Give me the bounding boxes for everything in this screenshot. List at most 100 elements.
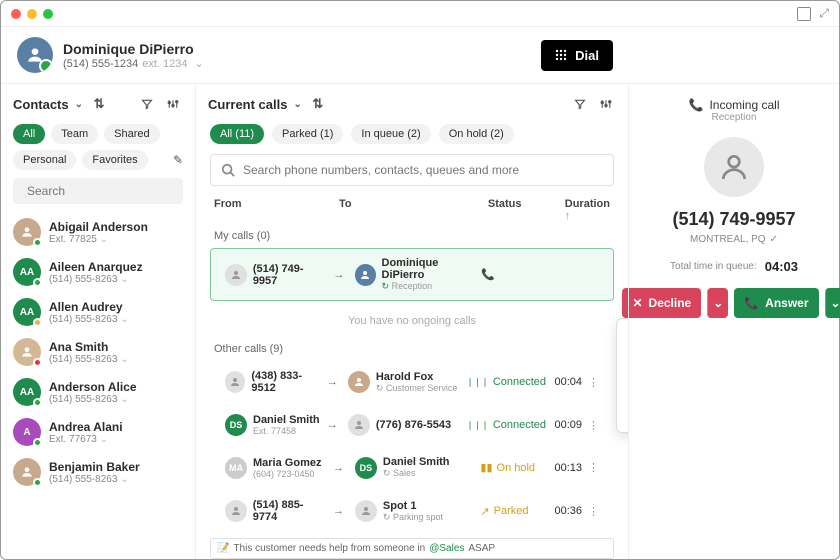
filter-icon[interactable] (570, 94, 590, 114)
anon-avatar-icon (225, 371, 245, 393)
contact-avatar (13, 218, 41, 246)
profile-name: Dominique DiPierro (63, 41, 204, 57)
panel-toggle-icon[interactable] (797, 7, 811, 21)
expand-icon[interactable]: ⤢ (819, 6, 829, 21)
app-header: Dominique DiPierro (514) 555-1234ext. 12… (1, 27, 839, 84)
decline-button[interactable]: ✕Decline (622, 288, 701, 318)
empty-calls-msg: You have no ongoing calls (196, 303, 628, 339)
call-note: 📝 This customer needs help from someone … (210, 538, 614, 559)
answer-options-button[interactable]: ⌄ (825, 288, 840, 318)
answer-button[interactable]: 📞Answer (734, 288, 818, 318)
column-from: From (214, 198, 339, 222)
chevron-down-icon[interactable]: ⌄ (293, 99, 301, 110)
avatar (355, 264, 375, 286)
contacts-search-input[interactable] (27, 184, 182, 198)
avatar: DS (355, 457, 377, 479)
swap-icon[interactable]: ⇅ (308, 94, 328, 114)
other-calls-label: Other calls (9) (196, 339, 628, 359)
note-icon: 📝 (217, 543, 229, 554)
call-row[interactable]: (438) 833-9512→Harold Fox↻ Customer Serv… (210, 361, 614, 403)
call-filter-chip[interactable]: All (11) (210, 124, 264, 144)
ringing-icon: 📞 (481, 268, 495, 281)
contact-row[interactable]: Ana Smith(514) 555-8263 ⌄ (1, 332, 195, 372)
filter-chip-team[interactable]: Team (51, 124, 98, 144)
edit-filters-icon[interactable]: ✎ (173, 153, 183, 167)
chevron-down-icon[interactable]: ⌄ (75, 99, 83, 110)
anon-avatar-icon (355, 500, 377, 522)
decline-options-button[interactable]: ⌄ (707, 288, 728, 318)
call-filter-chip[interactable]: In queue (2) (351, 124, 430, 144)
search-icon (221, 163, 235, 177)
menu-decline[interactable]: ⌢Decline (617, 323, 629, 350)
settings-sliders-icon[interactable] (163, 94, 183, 114)
arrow-right-icon: → (327, 419, 342, 431)
contacts-panel: Contacts ⌄ ⇅ AllTeamSharedPersonalFavori… (1, 84, 196, 559)
contact-row[interactable]: AAAileen Anarquez(514) 555-8263 ⌄ (1, 252, 195, 292)
filter-icon[interactable] (137, 94, 157, 114)
call-context-menu: ⌢Decline ⊙⊙Send to voicemail↖ ↗Transfer … (616, 318, 629, 433)
call-row[interactable]: (514) 885-9774→Spot 1↻ Parking spot↗ Par… (210, 490, 614, 532)
filter-chip-favorites[interactable]: Favorites (82, 150, 147, 170)
incoming-call-row[interactable]: (514) 749-9957 → Dominique DiPierro↻ Rec… (210, 248, 614, 301)
calls-search[interactable] (210, 154, 614, 186)
more-icon[interactable]: ⋮ (588, 505, 599, 518)
calls-panel: Current calls ⌄ ⇅ All (11) Parked (1) In q… (196, 84, 629, 559)
dial-button[interactable]: Dial (541, 40, 613, 71)
caller-number: (514) 749-9957 (672, 209, 795, 230)
column-status: Status (488, 198, 565, 222)
call-row[interactable]: DSDaniel SmithExt. 77458→(776) 876-5543❘… (210, 405, 614, 445)
window-zoom-icon[interactable] (43, 9, 53, 19)
window-minimize-icon[interactable] (27, 9, 37, 19)
contact-row[interactable]: AAAnderson Alice(514) 555-8263 ⌄ (1, 372, 195, 412)
queue-label: Total time in queue: (670, 261, 757, 272)
call-row[interactable]: MAMaria Gomez(604) 723-0450→DSDaniel Smi… (210, 447, 614, 488)
more-icon[interactable]: ⋮ (588, 376, 599, 389)
contact-avatar (13, 458, 41, 486)
arrow-right-icon: → (333, 505, 349, 517)
profile-phone: (514) 555-1234ext. 1234 ⌄ (63, 57, 204, 70)
menu-park[interactable]: ⊓Park call (617, 402, 629, 428)
filter-chip-shared[interactable]: Shared (104, 124, 159, 144)
contact-row[interactable]: Benjamin Baker(514) 555-8263 ⌄ (1, 452, 195, 492)
contact-avatar: A (13, 418, 41, 446)
arrow-right-icon: → (333, 269, 349, 281)
window-titlebar: ⤢ (1, 1, 839, 27)
queue-time: 04:03 (765, 259, 798, 274)
calls-title: Current calls (208, 97, 287, 112)
call-filter-chip[interactable]: On hold (2) (439, 124, 514, 144)
avatar (348, 371, 370, 393)
contact-row[interactable]: Abigail AndersonExt. 77825 ⌄ (1, 212, 195, 252)
column-to: To (339, 198, 488, 222)
incoming-call-panel: 📞 Incoming call Reception (514) 749-9957… (629, 84, 839, 559)
swap-icon[interactable]: ⇅ (89, 94, 109, 114)
dialpad-icon (555, 49, 567, 61)
contact-avatar: AA (13, 378, 41, 406)
profile-avatar[interactable] (17, 37, 53, 73)
contact-row[interactable]: AAndrea AlaniExt. 77673 ⌄ (1, 412, 195, 452)
my-calls-label: My calls (0) (196, 226, 628, 246)
avatar: DS (225, 414, 247, 436)
more-icon[interactable]: ⋮ (588, 461, 599, 474)
contacts-search[interactable] (13, 178, 183, 204)
contact-avatar: AA (13, 258, 41, 286)
column-duration[interactable]: Duration ↑ (565, 198, 610, 222)
window-close-icon[interactable] (11, 9, 21, 19)
phone-incoming-icon: 📞 (689, 98, 704, 112)
settings-sliders-icon[interactable] (596, 94, 616, 114)
anon-avatar-icon (225, 500, 247, 522)
contact-avatar: AA (13, 298, 41, 326)
avatar: MA (225, 457, 247, 479)
menu-send-voicemail[interactable]: ⊙⊙Send to voicemail↖ (617, 350, 629, 376)
filter-chip-personal[interactable]: Personal (13, 150, 76, 170)
incoming-label: 📞 Incoming call (689, 98, 780, 112)
caller-avatar (704, 137, 764, 197)
call-filter-chip[interactable]: Parked (1) (272, 124, 343, 144)
filter-chip-all[interactable]: All (13, 124, 45, 144)
calls-search-input[interactable] (243, 163, 603, 177)
contact-row[interactable]: AAAllen Audrey(514) 555-8263 ⌄ (1, 292, 195, 332)
incoming-sub: Reception (711, 112, 756, 123)
menu-transfer[interactable]: ↗Transfer call (617, 376, 629, 402)
more-icon[interactable]: ⋮ (588, 419, 599, 432)
contact-avatar (13, 338, 41, 366)
arrow-right-icon: → (333, 462, 349, 474)
